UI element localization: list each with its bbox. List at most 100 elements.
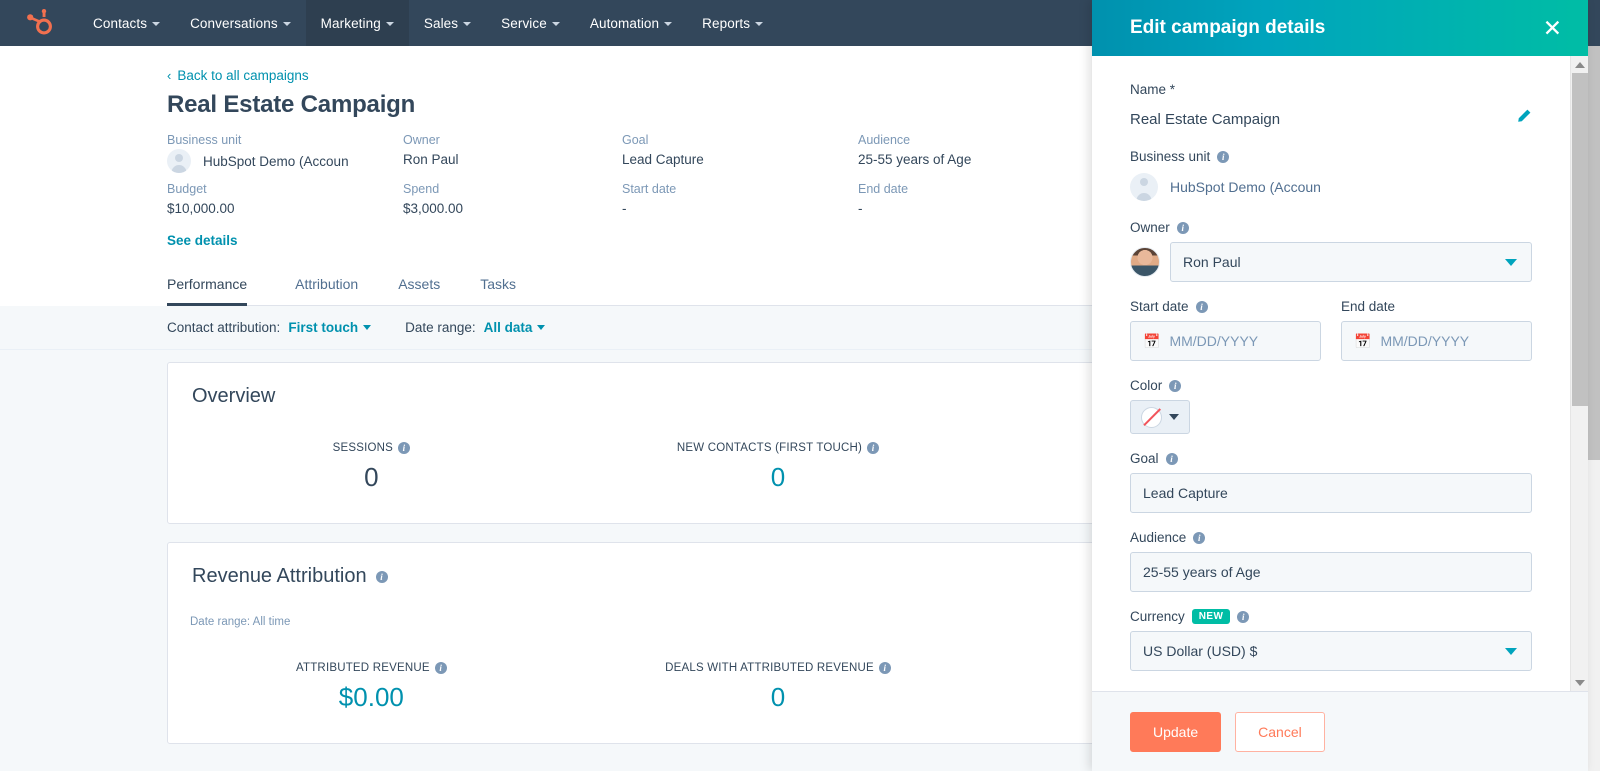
update-button[interactable]: Update <box>1130 712 1221 752</box>
currency-value: US Dollar (USD) $ <box>1143 643 1257 659</box>
panel-header: Edit campaign details ✕ <box>1092 0 1588 56</box>
see-details-link[interactable]: See details <box>167 233 238 248</box>
end-date-input[interactable]: 📅 MM/DD/YYYY <box>1341 321 1532 361</box>
nav-label: Marketing <box>321 16 381 31</box>
page-scrollbar[interactable] <box>1588 46 1600 771</box>
nav-item-automation[interactable]: Automation <box>575 0 687 46</box>
info-icon[interactable]: i <box>1193 532 1205 544</box>
start-date-label-text: Start date <box>1130 299 1189 314</box>
nav-item-sales[interactable]: Sales <box>409 0 486 46</box>
field-end-date: End date 📅 MM/DD/YYYY <box>1341 299 1532 361</box>
chevron-down-icon <box>386 22 394 26</box>
metric-label: SESSIONS i <box>168 442 575 454</box>
currency-label: Currency NEW i <box>1130 609 1532 624</box>
tab-label: Tasks <box>480 276 516 292</box>
color-label-text: Color <box>1130 378 1162 393</box>
tab-assets[interactable]: Assets <box>378 266 460 305</box>
field-name: Name * Real Estate Campaign <box>1130 82 1532 132</box>
info-icon[interactable]: i <box>435 662 447 674</box>
nav-item-marketing[interactable]: Marketing <box>306 0 409 46</box>
meta-label-end-date: End date <box>858 182 1118 199</box>
field-owner: Owner i Ron Paul <box>1130 220 1532 282</box>
goal-input[interactable]: Lead Capture <box>1130 473 1532 513</box>
metric-attributed-revenue: ATTRIBUTED REVENUE i $0.00 <box>168 662 575 713</box>
no-color-swatch-icon <box>1141 407 1162 428</box>
metric-value[interactable]: 0 <box>575 462 982 493</box>
business-unit-avatar-icon <box>167 149 191 173</box>
info-icon[interactable]: i <box>398 442 410 454</box>
info-icon[interactable]: i <box>867 442 879 454</box>
nav-label: Automation <box>590 16 659 31</box>
tab-tasks[interactable]: Tasks <box>460 266 536 305</box>
meta-value-budget: $10,000.00 <box>167 201 403 229</box>
metric-value[interactable]: $0.00 <box>168 682 575 713</box>
owner-row: Ron Paul <box>1130 242 1532 282</box>
info-icon[interactable]: i <box>1237 611 1249 623</box>
date-range-dropdown[interactable]: All data <box>484 320 546 335</box>
scroll-down-arrow-icon[interactable] <box>1571 674 1588 691</box>
start-date-label: Start date i <box>1130 299 1321 314</box>
business-unit-name: HubSpot Demo (Accoun <box>203 154 349 169</box>
tab-performance[interactable]: Performance <box>167 266 275 305</box>
audience-label-text: Audience <box>1130 530 1186 545</box>
metric-value[interactable]: 0 <box>575 682 982 713</box>
audience-input[interactable]: 25-55 years of Age <box>1130 552 1532 592</box>
info-icon[interactable]: i <box>1169 380 1181 392</box>
info-icon[interactable]: i <box>376 571 388 583</box>
panel-scrollbar-thumb[interactable] <box>1572 73 1588 406</box>
business-unit-label-text: Business unit <box>1130 149 1210 164</box>
chevron-down-icon <box>463 22 471 26</box>
date-range-value: All data <box>484 320 533 335</box>
nav-label: Reports <box>702 16 750 31</box>
metric-label-text: NEW CONTACTS (FIRST TOUCH) <box>677 442 862 454</box>
tab-attribution[interactable]: Attribution <box>275 266 378 305</box>
nav-item-conversations[interactable]: Conversations <box>175 0 306 46</box>
contact-attribution-dropdown[interactable]: First touch <box>288 320 371 335</box>
cancel-button[interactable]: Cancel <box>1235 712 1325 752</box>
metric-sessions: SESSIONS i 0 <box>168 442 575 493</box>
goal-label-text: Goal <box>1130 451 1159 466</box>
chevron-down-icon <box>283 22 291 26</box>
meta-value-end-date: - <box>858 201 1118 229</box>
info-icon[interactable]: i <box>1217 151 1229 163</box>
start-date-input[interactable]: 📅 MM/DD/YYYY <box>1130 321 1321 361</box>
info-icon[interactable]: i <box>1196 301 1208 313</box>
name-value: Real Estate Campaign <box>1130 111 1280 128</box>
nav-label: Conversations <box>190 16 278 31</box>
color-picker-button[interactable] <box>1130 400 1190 434</box>
calendar-icon: 📅 <box>1354 334 1371 348</box>
date-range-label: Date range: <box>405 320 476 335</box>
nav-label: Contacts <box>93 16 147 31</box>
meta-label-business-unit: Business unit <box>167 133 403 150</box>
audience-label: Audience i <box>1130 530 1532 545</box>
tab-label: Performance <box>167 276 247 292</box>
nav-item-reports[interactable]: Reports <box>687 0 778 46</box>
owner-value: Ron Paul <box>1183 254 1241 270</box>
hubspot-logo[interactable] <box>0 0 78 46</box>
edit-pencil-icon[interactable] <box>1515 108 1532 130</box>
field-color: Color i <box>1130 378 1532 434</box>
close-icon[interactable]: ✕ <box>1543 17 1562 40</box>
info-icon[interactable]: i <box>1166 453 1178 465</box>
nav-item-service[interactable]: Service <box>486 0 575 46</box>
info-icon[interactable]: i <box>879 662 891 674</box>
back-to-all-campaigns-link[interactable]: ‹ Back to all campaigns <box>167 68 309 83</box>
page-scrollbar-thumb[interactable] <box>1588 46 1600 460</box>
business-unit-label: Business unit i <box>1130 149 1532 164</box>
currency-select[interactable]: US Dollar (USD) $ <box>1130 631 1532 671</box>
chevron-down-icon <box>152 22 160 26</box>
end-date-placeholder: MM/DD/YYYY <box>1380 333 1469 349</box>
owner-select[interactable]: Ron Paul <box>1170 242 1532 282</box>
meta-label-goal: Goal <box>622 133 858 150</box>
info-icon[interactable]: i <box>1177 222 1189 234</box>
business-unit-row: HubSpot Demo (Accoun <box>1130 171 1532 203</box>
meta-label-audience: Audience <box>858 133 1118 150</box>
start-date-placeholder: MM/DD/YYYY <box>1169 333 1258 349</box>
meta-value-audience: 25-55 years of Age <box>858 152 1118 180</box>
nav-item-contacts[interactable]: Contacts <box>78 0 175 46</box>
panel-scrollbar[interactable] <box>1570 56 1588 691</box>
goal-label: Goal i <box>1130 451 1532 466</box>
meta-value-business-unit: HubSpot Demo (Accoun <box>167 152 403 180</box>
scroll-up-arrow-icon[interactable] <box>1571 56 1588 73</box>
chevron-down-icon <box>552 22 560 26</box>
